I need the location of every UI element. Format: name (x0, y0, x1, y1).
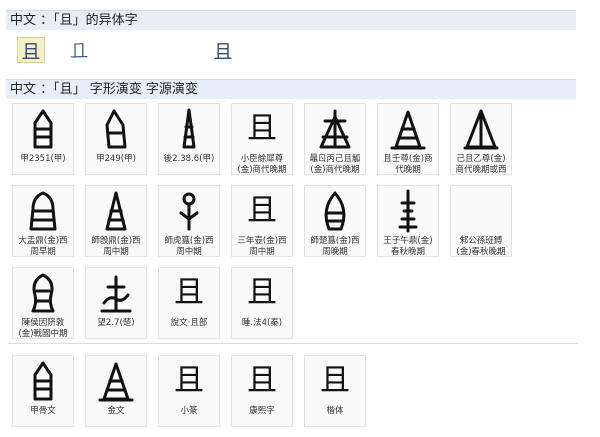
glyph-caption: 小篆 (161, 406, 217, 417)
glyph-caption: 甲骨文 (15, 406, 71, 417)
glyph-card[interactable]: 𡆧 邾公孫班鎛(金)春秋晚期 (450, 185, 512, 257)
glyph-image (13, 270, 73, 316)
glyph-image: 且 (232, 270, 292, 316)
glyph-image (451, 106, 511, 152)
glyph-caption: 甲249(甲) (88, 154, 144, 165)
glyph-image: 𡆧 (451, 188, 511, 234)
variants-section-title: 中文 ：「且」的异体字 (10, 13, 138, 28)
glyph-caption: 三年𤼈壺(金)西周中期 (234, 236, 290, 257)
glyph-card[interactable]: 大盂鼎(金)西周早期 (12, 185, 74, 257)
glyph-image: 且 (305, 358, 365, 404)
glyph-caption: 陳侯因𬯀敦(金)戰國中期 (15, 318, 71, 339)
glyph-caption: 且壬尊(金)商代晚期 (380, 154, 436, 175)
glyph-card[interactable]: 王子午鼎(金)春秋晚期 (377, 185, 439, 257)
glyph-card[interactable]: 師虎簋(金)西周中期 (158, 185, 220, 257)
glyph-card[interactable]: 且三年𤼈壺(金)西周中期 (231, 185, 293, 257)
glyph-caption: 鼂ㄖ丙己且觚(金)商代晚期 (307, 154, 363, 175)
evolution-section-header: 中文 ：「且」 字形演变 字源演变 (6, 79, 576, 99)
glyph-image (305, 106, 365, 152)
glyph-image (378, 106, 438, 152)
variant-list: 且 𠀃 𠀇 𡴸 且 (18, 38, 236, 62)
glyph-caption: 師𣪘鼎(金)西周中期 (88, 236, 144, 257)
glyph-caption: 己且乙尊(金)商代晚期或西 (453, 154, 509, 175)
glyph-caption: 金文 (88, 406, 144, 417)
glyph-card[interactable]: 師楚簋(金)西周晚期 (304, 185, 366, 257)
glyph-card[interactable]: 且楷体 (304, 355, 366, 427)
glyph-image (86, 106, 146, 152)
variant-character[interactable]: 𡴸 (162, 38, 188, 62)
glyph-card[interactable]: 且睡.法4(秦) (231, 267, 293, 339)
variant-character[interactable]: 且 (18, 38, 44, 62)
glyph-card[interactable]: 且小臣艅犀尊(金)商代晚期 (231, 103, 293, 175)
glyph-card[interactable]: 且康熙字 (231, 355, 293, 427)
glyph-caption: 師虎簋(金)西周中期 (161, 236, 217, 257)
glyph-card[interactable]: 望2.7(楚) (85, 267, 147, 339)
variant-character[interactable]: 𠀇 (114, 38, 140, 62)
glyph-image (86, 188, 146, 234)
evolution-section-title: 中文 ：「且」 字形演变 字源演变 (10, 82, 198, 97)
glyph-caption: 楷体 (307, 406, 363, 417)
glyph-caption: 王子午鼎(金)春秋晚期 (380, 236, 436, 257)
glyph-card[interactable]: 且小篆 (158, 355, 220, 427)
glyph-image: 且 (232, 188, 292, 234)
glyph-image (159, 188, 219, 234)
glyph-card[interactable]: 師𣪘鼎(金)西周中期 (85, 185, 147, 257)
variant-character[interactable]: 𠀃 (66, 38, 92, 62)
glyph-card[interactable]: 甲骨文 (12, 355, 74, 427)
glyph-image (13, 188, 73, 234)
glyph-image (86, 358, 146, 404)
glyph-image (378, 188, 438, 234)
variants-section-header: 中文 ：「且」的异体字 (6, 10, 576, 30)
glyph-card[interactable]: 且說文‧且部 (158, 267, 220, 339)
section-divider (8, 343, 578, 344)
glyph-image: 且 (159, 358, 219, 404)
glyph-caption: 望2.7(楚) (88, 318, 144, 329)
glyph-caption: 邾公孫班鎛(金)春秋晚期 (453, 236, 509, 257)
glyph-card[interactable]: 甲249(甲) (85, 103, 147, 175)
glyph-caption: 康熙字 (234, 406, 290, 417)
glyph-image: 且 (159, 270, 219, 316)
variant-character[interactable]: 且 (210, 38, 236, 62)
glyph-caption: 甲2351(甲) (15, 154, 71, 165)
glyph-image: 且 (232, 106, 292, 152)
glyph-caption: 師楚簋(金)西周晚期 (307, 236, 363, 257)
glyph-caption: 後2.38.6(甲) (161, 154, 217, 165)
glyph-card[interactable]: 甲2351(甲) (12, 103, 74, 175)
glyph-image (305, 188, 365, 234)
glyph-card[interactable]: 鼂ㄖ丙己且觚(金)商代晚期 (304, 103, 366, 175)
glyph-image (13, 106, 73, 152)
glyph-card[interactable]: 後2.38.6(甲) (158, 103, 220, 175)
glyph-caption: 小臣艅犀尊(金)商代晚期 (234, 154, 290, 175)
glyph-caption: 大盂鼎(金)西周早期 (15, 236, 71, 257)
glyph-image (13, 358, 73, 404)
glyph-image (86, 270, 146, 316)
glyph-card[interactable]: 己且乙尊(金)商代晚期或西 (450, 103, 512, 175)
glyph-caption: 說文‧且部 (161, 318, 217, 329)
glyph-image (159, 106, 219, 152)
glyph-card[interactable]: 金文 (85, 355, 147, 427)
glyph-card[interactable]: 陳侯因𬯀敦(金)戰國中期 (12, 267, 74, 339)
glyph-caption: 睡.法4(秦) (234, 318, 290, 329)
glyph-card[interactable]: 且壬尊(金)商代晚期 (377, 103, 439, 175)
glyph-image: 且 (232, 358, 292, 404)
